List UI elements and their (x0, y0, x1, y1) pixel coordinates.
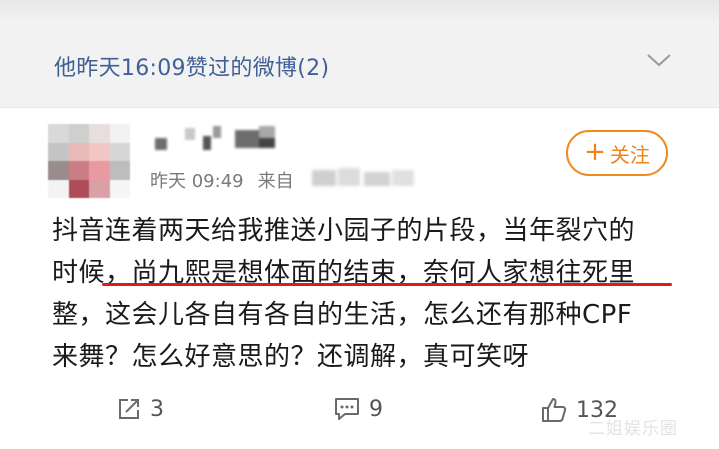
follow-button[interactable]: + 关注 (566, 130, 668, 176)
plus-icon: + (584, 137, 606, 167)
like-icon (542, 398, 567, 422)
top-edge (0, 0, 719, 22)
comment-icon (335, 398, 359, 420)
chevron-down-icon[interactable] (645, 49, 673, 71)
repost-button[interactable]: 3 (116, 396, 164, 422)
post-text-line-4: 来舞？怎么好意思的？还调解，真可笑呀 (52, 342, 530, 372)
author-name-pixelation (155, 126, 435, 152)
repost-count: 3 (150, 396, 164, 422)
watermark: 二姐娱乐圈 (588, 419, 678, 439)
avatar[interactable] (48, 124, 130, 198)
post-text-line-1: 抖音连着两天给我推送小园子的片段，当年裂穴的 (52, 216, 636, 246)
post-meta: 昨天 09:49 来自 (150, 167, 294, 193)
comment-count: 9 (369, 396, 383, 422)
red-underline-annotation (102, 283, 672, 286)
post-time: 昨天 09:49 (150, 171, 244, 192)
post-source-pixelation (312, 166, 422, 190)
follow-label: 关注 (609, 142, 650, 167)
repost-icon (119, 399, 139, 419)
post-source-label: 来自 (257, 171, 294, 192)
liked-header-text[interactable]: 他昨天16:09赞过的微博(2) (54, 50, 329, 82)
post-text-line-3: 整，这会儿各自有各自的生活，怎么还有那种CPF (52, 300, 633, 330)
comment-button[interactable]: 9 (333, 396, 383, 422)
